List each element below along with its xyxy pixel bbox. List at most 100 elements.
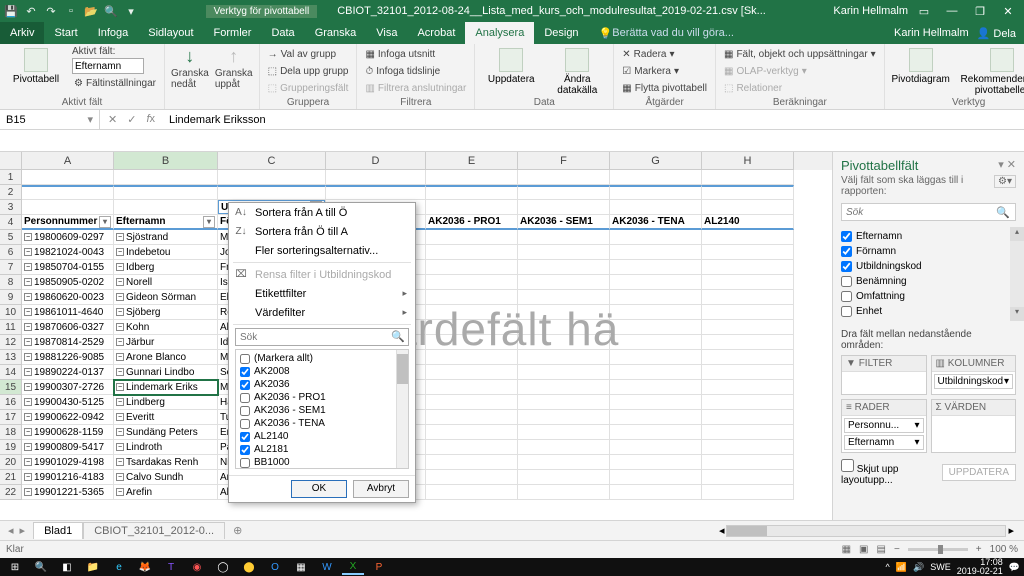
zoom-out-icon[interactable]: −: [894, 544, 900, 555]
cell[interactable]: [518, 380, 610, 395]
collapse-icon[interactable]: −: [116, 323, 124, 331]
col-header[interactable]: H: [702, 152, 794, 170]
refresh-button[interactable]: Uppdatera: [481, 46, 541, 85]
view-normal-icon[interactable]: ▦: [842, 544, 851, 555]
cell[interactable]: [426, 485, 518, 500]
cell[interactable]: −19861011-4640: [22, 305, 114, 320]
cell[interactable]: [702, 365, 794, 380]
cell[interactable]: [426, 470, 518, 485]
preview-icon[interactable]: 🔍: [104, 4, 118, 18]
cell[interactable]: −19890224-0137: [22, 365, 114, 380]
row-header[interactable]: 2: [0, 185, 22, 200]
cell[interactable]: [610, 305, 702, 320]
cell[interactable]: [426, 290, 518, 305]
worksheet-grid[interactable]: pp värdefält hä A B C D E F G H 1 2 3Utb…: [0, 152, 832, 542]
sheet-tab[interactable]: CBIOT_32101_2012-0...: [83, 522, 225, 539]
cell[interactable]: [426, 395, 518, 410]
collapse-icon[interactable]: −: [116, 443, 124, 451]
cell[interactable]: −19900809-5417: [22, 440, 114, 455]
cell[interactable]: −19850905-0202: [22, 275, 114, 290]
cell[interactable]: [702, 410, 794, 425]
scrollbar[interactable]: [396, 350, 408, 468]
field-item[interactable]: Utbildningskod: [841, 259, 1016, 274]
cell[interactable]: [610, 380, 702, 395]
cell[interactable]: [610, 335, 702, 350]
collapse-icon[interactable]: −: [24, 383, 32, 391]
chevron-down-icon[interactable]: ▾: [1004, 376, 1009, 387]
collapse-icon[interactable]: −: [24, 473, 32, 481]
drill-up-icon[interactable]: ↑: [229, 46, 238, 67]
col-header[interactable]: A: [22, 152, 114, 170]
collapse-icon[interactable]: −: [116, 428, 124, 436]
field-item[interactable]: Enhet: [841, 304, 1016, 319]
zoom-in-icon[interactable]: +: [976, 544, 982, 555]
collapse-icon[interactable]: −: [24, 293, 32, 301]
open-icon[interactable]: 📂: [84, 4, 98, 18]
cell[interactable]: [702, 380, 794, 395]
cell[interactable]: [518, 425, 610, 440]
ok-button[interactable]: OK: [291, 480, 347, 498]
cell[interactable]: [702, 230, 794, 245]
row-header[interactable]: 20: [0, 455, 22, 470]
drill-down-icon[interactable]: ↓: [185, 46, 194, 67]
cell[interactable]: [610, 365, 702, 380]
chrome-icon[interactable]: ◯: [212, 559, 234, 575]
cell[interactable]: −19881226-9085: [22, 350, 114, 365]
cell[interactable]: [518, 485, 610, 500]
row-header[interactable]: 10: [0, 305, 22, 320]
search-icon[interactable]: 🔍: [30, 559, 52, 575]
cell[interactable]: [426, 305, 518, 320]
zoom-value[interactable]: 100 %: [990, 544, 1018, 555]
field-item[interactable]: Förnamn: [841, 244, 1016, 259]
cell[interactable]: [426, 335, 518, 350]
collapse-icon[interactable]: −: [24, 323, 32, 331]
collapse-icon[interactable]: −: [24, 248, 32, 256]
cell[interactable]: −Calvo Sundh: [114, 470, 218, 485]
collapse-icon[interactable]: −: [116, 308, 124, 316]
cell[interactable]: −Sundäng Peters: [114, 425, 218, 440]
columns-area[interactable]: ▥ KOLUMNER Utbildningskod▾: [931, 355, 1017, 395]
cell[interactable]: −Arefin: [114, 485, 218, 500]
ungroup-button[interactable]: ⬚ Dela upp grupp: [266, 63, 351, 79]
zoom-slider[interactable]: [908, 548, 968, 551]
view-break-icon[interactable]: ▤: [877, 544, 886, 555]
collapse-icon[interactable]: −: [116, 293, 124, 301]
checkbox[interactable]: [841, 306, 852, 317]
sheet-next-icon[interactable]: ▸: [20, 524, 26, 537]
scroll-right-icon[interactable]: ▸: [1008, 524, 1014, 537]
sort-az[interactable]: A↓Sortera från A till Ö: [229, 203, 415, 222]
cell[interactable]: [702, 290, 794, 305]
outlook-icon[interactable]: O: [264, 559, 286, 575]
tab-analysera[interactable]: Analysera: [465, 22, 534, 44]
row-header[interactable]: 19: [0, 440, 22, 455]
cell[interactable]: −Gunnari Lindbo: [114, 365, 218, 380]
checkbox[interactable]: [841, 291, 852, 302]
notifications-icon[interactable]: 💬: [1009, 562, 1020, 573]
cell[interactable]: [610, 455, 702, 470]
row-header[interactable]: 1: [0, 170, 22, 185]
filter-item[interactable]: AK2036 - TENA: [238, 417, 406, 430]
recommended-button[interactable]: Rekommenderade pivottabeller: [957, 46, 1024, 96]
filter-select-all[interactable]: (Markera allt): [238, 352, 406, 365]
collapse-icon[interactable]: −: [116, 233, 124, 241]
cell[interactable]: [518, 230, 610, 245]
cell[interactable]: −19901029-4198: [22, 455, 114, 470]
field-item[interactable]: Omfattning: [841, 289, 1016, 304]
wifi-icon[interactable]: 📶: [896, 562, 907, 573]
cell[interactable]: [610, 470, 702, 485]
pivot-col-personnummer[interactable]: Personnummer▾: [22, 215, 114, 230]
tab-data[interactable]: Data: [261, 22, 304, 44]
cell[interactable]: [702, 470, 794, 485]
sheet-tab-active[interactable]: Blad1: [33, 522, 83, 539]
pivot-col-efternamn[interactable]: Efternamn▾: [114, 215, 218, 230]
tab-acrobat[interactable]: Acrobat: [407, 22, 465, 44]
cell[interactable]: −Gideon Sörman: [114, 290, 218, 305]
collapse-icon[interactable]: −: [24, 278, 32, 286]
scroll-up-icon[interactable]: ▴: [1010, 227, 1024, 241]
pivotchart-button[interactable]: Pivotdiagram: [891, 46, 951, 85]
filter-search-input[interactable]: [235, 328, 409, 346]
cell[interactable]: −Sjöstrand: [114, 230, 218, 245]
cell[interactable]: [610, 320, 702, 335]
cell[interactable]: [610, 485, 702, 500]
app-icon[interactable]: ◉: [186, 559, 208, 575]
